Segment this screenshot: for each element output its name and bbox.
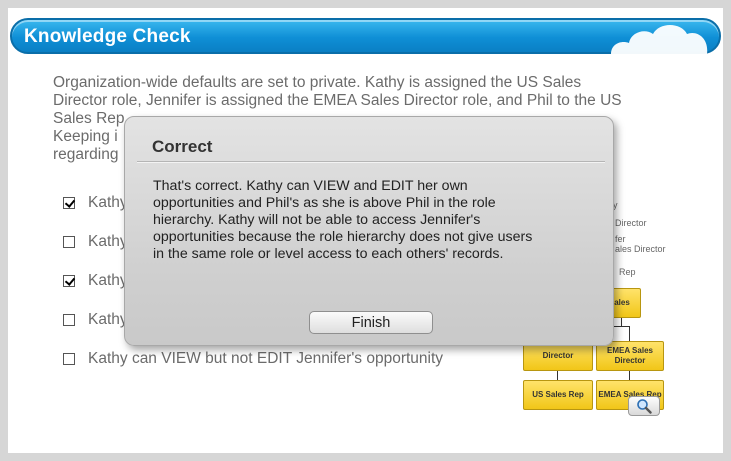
diagram-label: Director [615, 218, 647, 228]
dialog-divider [137, 161, 605, 163]
answer-option-label: Kathy [88, 194, 128, 211]
page-title: Knowledge Check [24, 26, 191, 47]
dialog-message-line: opportunities because the role hierarchy… [153, 229, 533, 245]
diagram-connector [621, 318, 622, 326]
diagram-connector [629, 371, 630, 380]
title-bar: Knowledge Check [10, 18, 721, 54]
diagram-connector [629, 326, 630, 342]
answer-option-5[interactable]: Kathy can VIEW but not EDIT Jennifer's o… [63, 350, 443, 368]
finish-button[interactable]: Finish [309, 311, 433, 334]
zoom-button[interactable] [628, 396, 660, 416]
question-line: Director role, Jennifer is assigned the … [53, 92, 622, 109]
dialog-message-line: opportunities and Phil's as she is above… [153, 195, 496, 211]
magnifier-icon [637, 399, 652, 414]
diagram-connector [557, 371, 558, 380]
answer-option-2[interactable]: Kathy [63, 233, 128, 251]
slide: Knowledge Check Organization-wide defaul… [8, 8, 723, 453]
dialog-title: Correct [152, 137, 213, 156]
dialog-message-line: That's correct. Kathy can VIEW and EDIT … [153, 178, 468, 194]
diagram-label: Rep [619, 267, 636, 277]
diagram-label: fer [615, 234, 626, 244]
answer-option-label: Kathy [88, 233, 128, 250]
dialog-message-line: hierarchy. Kathy will not be able to acc… [153, 212, 481, 228]
diagram-label: ales Director [615, 244, 666, 254]
answer-option-4[interactable]: Kathy [63, 311, 128, 329]
checkbox-unchecked[interactable] [63, 314, 75, 326]
answer-option-label: Kathy can VIEW but not EDIT Jennifer's o… [88, 350, 444, 367]
answer-option-label: Kathy [88, 272, 128, 289]
checkbox-unchecked[interactable] [63, 353, 75, 365]
feedback-dialog: Correct That's correct. Kathy can VIEW a… [124, 116, 614, 346]
cloud-icon [611, 25, 708, 54]
diagram-box: US Sales Rep [523, 380, 593, 410]
checkbox-checked[interactable] [63, 197, 75, 209]
answer-option-label: Kathy [88, 311, 128, 328]
dialog-message: That's correct. Kathy can VIEW and EDIT … [153, 178, 583, 263]
checkbox-checked[interactable] [63, 275, 75, 287]
question-line: Organization-wide defaults are set to pr… [53, 74, 582, 91]
answer-option-3[interactable]: Kathy [63, 272, 128, 290]
dialog-message-line: in the same role or level access to each… [153, 246, 504, 262]
checkbox-unchecked[interactable] [63, 236, 75, 248]
answer-option-1[interactable]: Kathy [63, 194, 128, 212]
